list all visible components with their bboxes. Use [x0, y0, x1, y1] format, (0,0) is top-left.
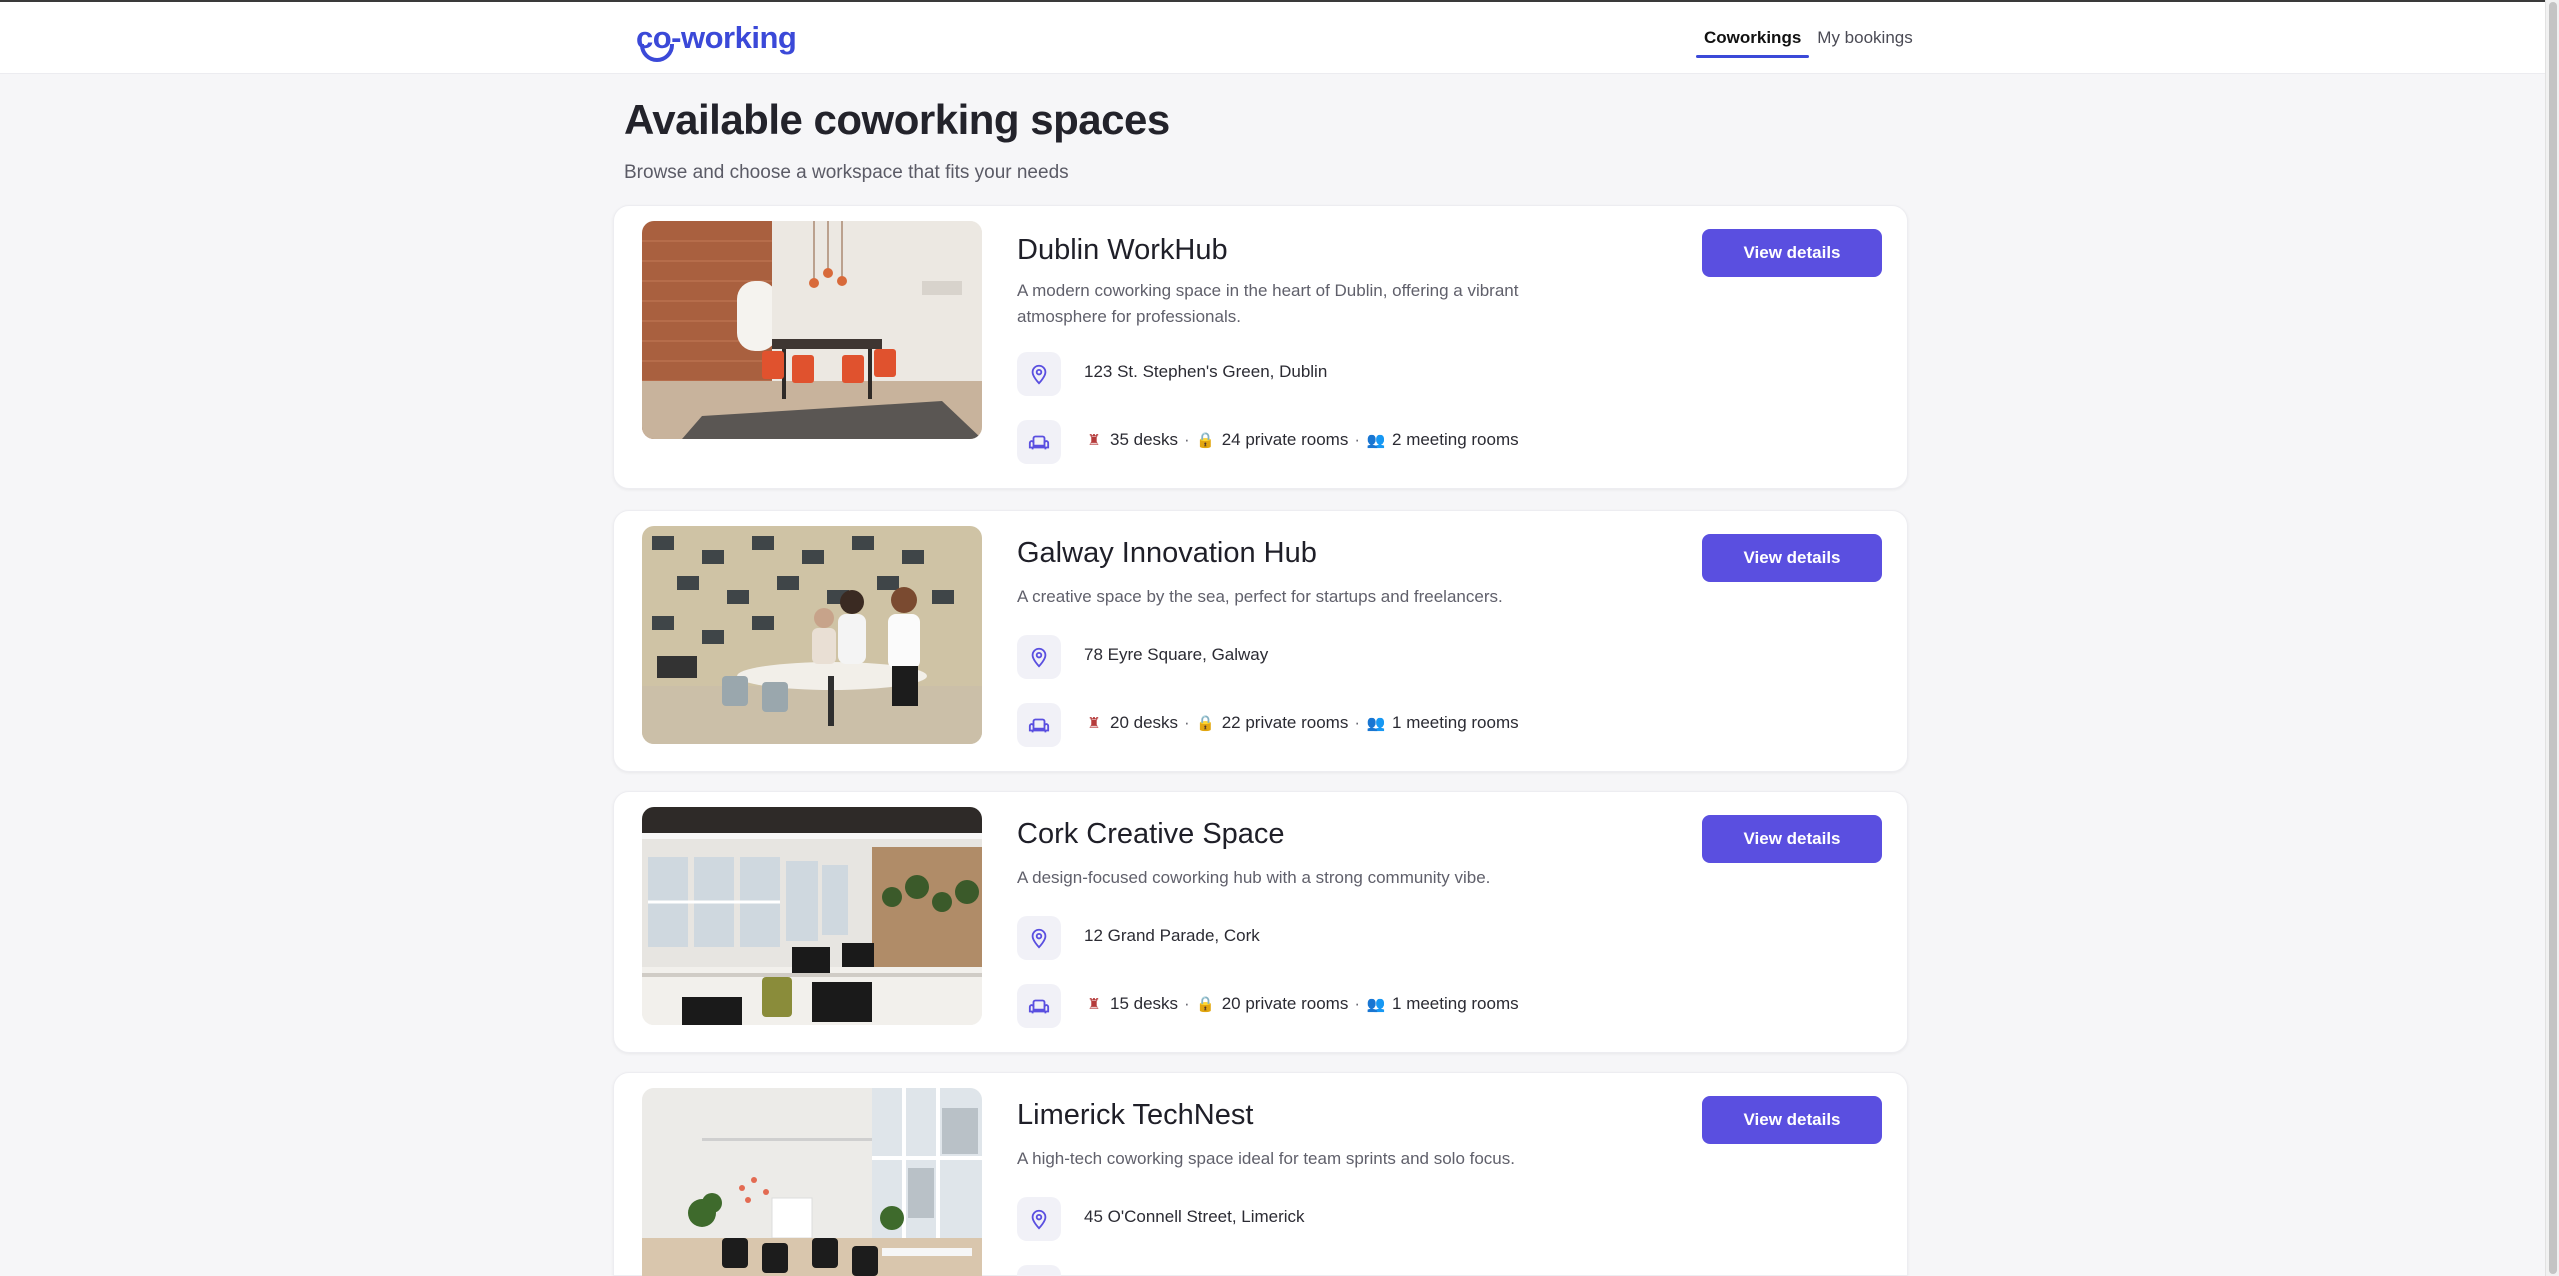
address-text: 12 Grand Parade, Cork: [1084, 926, 1260, 945]
meeting-rooms-count: 1 meeting rooms: [1392, 994, 1519, 1013]
view-details-button[interactable]: View details: [1702, 534, 1882, 582]
separator: ·: [1354, 713, 1361, 732]
desks-count: 35 desks: [1110, 430, 1179, 449]
chair-icon: ♜: [1087, 715, 1101, 732]
desks-count: 15 desks: [1110, 994, 1179, 1013]
coworking-name[interactable]: Limerick TechNest: [1017, 1099, 1253, 1132]
coworking-photo[interactable]: [642, 1088, 982, 1276]
view-details-button[interactable]: View details: [1702, 229, 1882, 277]
private-rooms-count: 22 private rooms: [1221, 713, 1349, 732]
coworking-address: 78 Eyre Square, Galway: [1084, 645, 1268, 665]
armchair-icon: [1017, 1265, 1061, 1276]
top-navbar: co-working Coworkings My bookings: [0, 2, 2545, 74]
office-photo-limerick: [642, 1088, 982, 1276]
coworking-name[interactable]: Galway Innovation Hub: [1017, 537, 1317, 570]
coworking-name[interactable]: Dublin WorkHub: [1017, 234, 1228, 267]
coworking-card: Cork Creative Space A design-focused cow…: [613, 791, 1908, 1053]
coworking-card: Dublin WorkHub A modern coworking space …: [613, 205, 1908, 489]
desks-count: 20 desks: [1110, 713, 1179, 732]
coworking-photo[interactable]: [642, 526, 982, 744]
coworking-capacity: ♜ 35 desks · 🔒 24 private rooms · 👥 2 meeti…: [1084, 430, 1519, 450]
page-subtitle: Browse and choose a workspace that fits …: [624, 162, 1069, 183]
address-text: 78 Eyre Square, Galway: [1084, 645, 1269, 664]
armchair-icon: [1017, 420, 1061, 464]
separator: ·: [1354, 430, 1361, 449]
meeting-rooms-count: 1 meeting rooms: [1392, 713, 1519, 732]
logo-smile-icon: [640, 44, 674, 62]
main-nav: Coworkings My bookings: [1696, 2, 1921, 74]
address-text: 123 St. Stephen's Green, Dublin: [1084, 362, 1328, 381]
lock-icon: 🔒: [1196, 996, 1216, 1013]
meeting-rooms-count: 2 meeting rooms: [1392, 430, 1519, 449]
coworking-address: 123 St. Stephen's Green, Dublin: [1084, 362, 1327, 382]
separator: ·: [1184, 713, 1190, 732]
coworking-photo[interactable]: [642, 807, 982, 1025]
lock-icon: 🔒: [1196, 432, 1216, 449]
separator: ·: [1184, 430, 1190, 449]
separator: ·: [1354, 994, 1361, 1013]
tab-coworkings[interactable]: Coworkings: [1696, 2, 1810, 74]
view-details-button[interactable]: View details: [1702, 815, 1882, 863]
office-photo-cork: [642, 807, 982, 1025]
coworking-description: A high-tech coworking space ideal for te…: [1017, 1149, 1515, 1168]
location-pin-icon: [1017, 635, 1061, 679]
coworking-photo[interactable]: [642, 221, 982, 439]
private-rooms-count: 24 private rooms: [1221, 430, 1349, 449]
separator: ·: [1184, 994, 1190, 1013]
office-photo-galway: [642, 526, 982, 744]
chair-icon: ♜: [1087, 996, 1101, 1013]
coworking-card: Limerick TechNest A high-tech coworking …: [613, 1072, 1908, 1276]
location-pin-icon: [1017, 352, 1061, 396]
coworking-description: A creative space by the sea, perfect for…: [1017, 587, 1503, 606]
coworking-address: 12 Grand Parade, Cork: [1084, 926, 1260, 946]
coworking-description: A modern coworking space in the heart of…: [1017, 281, 1519, 326]
armchair-icon: [1017, 984, 1061, 1028]
coworking-capacity: ♜ 20 desks · 🔒 22 private rooms · 👥 1 meeti…: [1084, 713, 1519, 733]
view-details-button[interactable]: View details: [1702, 1096, 1882, 1144]
lock-icon: 🔒: [1196, 715, 1216, 732]
coworking-card: Galway Innovation Hub A creative space b…: [613, 510, 1908, 772]
people-icon: 👥: [1366, 715, 1386, 732]
page-title: Available coworking spaces: [624, 96, 1170, 143]
chair-icon: ♜: [1087, 432, 1101, 449]
scrollbar-thumb[interactable]: [2549, 2, 2557, 1274]
tab-my-bookings[interactable]: My bookings: [1809, 2, 1920, 74]
page-scrollbar[interactable]: [2545, 0, 2559, 1276]
people-icon: 👥: [1366, 432, 1386, 449]
location-pin-icon: [1017, 1197, 1061, 1241]
coworking-capacity: ♜ 15 desks · 🔒 20 private rooms · 👥 1 meeti…: [1084, 994, 1519, 1014]
location-pin-icon: [1017, 916, 1061, 960]
coworking-address: 45 O'Connell Street, Limerick: [1084, 1207, 1305, 1227]
office-photo-dublin: [642, 221, 982, 439]
coworking-name[interactable]: Cork Creative Space: [1017, 818, 1285, 851]
armchair-icon: [1017, 703, 1061, 747]
address-text: 45 O'Connell Street, Limerick: [1084, 1207, 1305, 1226]
private-rooms-count: 20 private rooms: [1221, 994, 1349, 1013]
people-icon: 👥: [1366, 996, 1386, 1013]
coworking-description: A design-focused coworking hub with a st…: [1017, 868, 1491, 887]
